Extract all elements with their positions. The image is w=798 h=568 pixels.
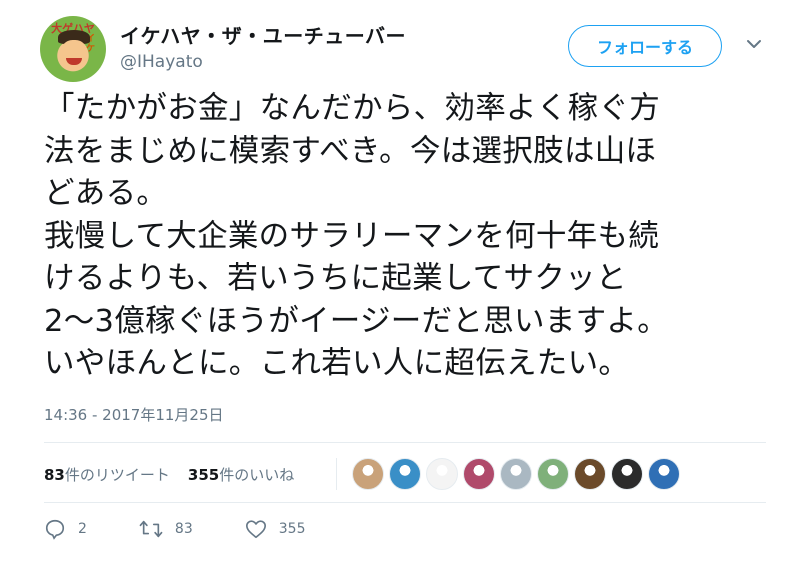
liker-avatar-8[interactable] xyxy=(611,458,643,490)
retweet-action[interactable]: 83 xyxy=(139,518,193,540)
heart-icon xyxy=(245,520,266,539)
retweet-icon xyxy=(139,520,163,538)
likes-stat[interactable]: 355件のいいね xyxy=(188,464,294,485)
tweet-timestamp[interactable]: 14:36 - 2017年11月25日 xyxy=(44,404,224,425)
tweet-actions: 2 83 355 xyxy=(44,518,357,540)
tweet-text: 「たかがお金」なんだから、効率よく稼ぐ方 法をまじめに模索すべき。今は選択肢は山… xyxy=(44,91,668,381)
likes-count: 355 xyxy=(187,465,220,484)
user-avatar[interactable]: 大ゲハヤ イケ xyxy=(40,16,106,82)
retweets-count: 83 xyxy=(44,465,65,484)
stats-separator xyxy=(336,458,337,490)
liker-avatar-2[interactable] xyxy=(389,458,421,490)
reply-count: 2 xyxy=(78,521,87,537)
liker-avatar-1[interactable] xyxy=(352,458,384,490)
likes-label: 件のいいね xyxy=(219,465,295,484)
like-count: 355 xyxy=(278,521,306,537)
display-name[interactable]: イケハヤ・ザ・ユーチューバー xyxy=(120,20,406,49)
reply-icon xyxy=(45,519,65,540)
liker-avatar-7[interactable] xyxy=(574,458,606,490)
liker-avatar-9[interactable] xyxy=(648,458,680,490)
liker-avatars xyxy=(352,458,685,490)
avatar-face xyxy=(60,40,88,70)
user-handle[interactable]: @IHayato xyxy=(120,52,203,72)
liker-avatar-3[interactable] xyxy=(426,458,458,490)
follow-button[interactable]: フォローする xyxy=(568,25,722,67)
tweet-stats: 83件のリツイート 355件のいいね xyxy=(44,460,312,488)
divider-bottom xyxy=(44,502,766,503)
chevron-down-icon[interactable] xyxy=(746,36,762,52)
divider-top xyxy=(44,442,766,443)
liker-avatar-6[interactable] xyxy=(537,458,569,490)
retweet-count: 83 xyxy=(174,521,193,537)
like-action[interactable]: 355 xyxy=(245,518,306,540)
retweets-label: 件のリツイート xyxy=(64,465,170,484)
reply-action[interactable]: 2 xyxy=(44,518,87,540)
liker-avatar-4[interactable] xyxy=(463,458,495,490)
retweets-stat[interactable]: 83件のリツイート xyxy=(44,464,170,485)
liker-avatar-5[interactable] xyxy=(500,458,532,490)
